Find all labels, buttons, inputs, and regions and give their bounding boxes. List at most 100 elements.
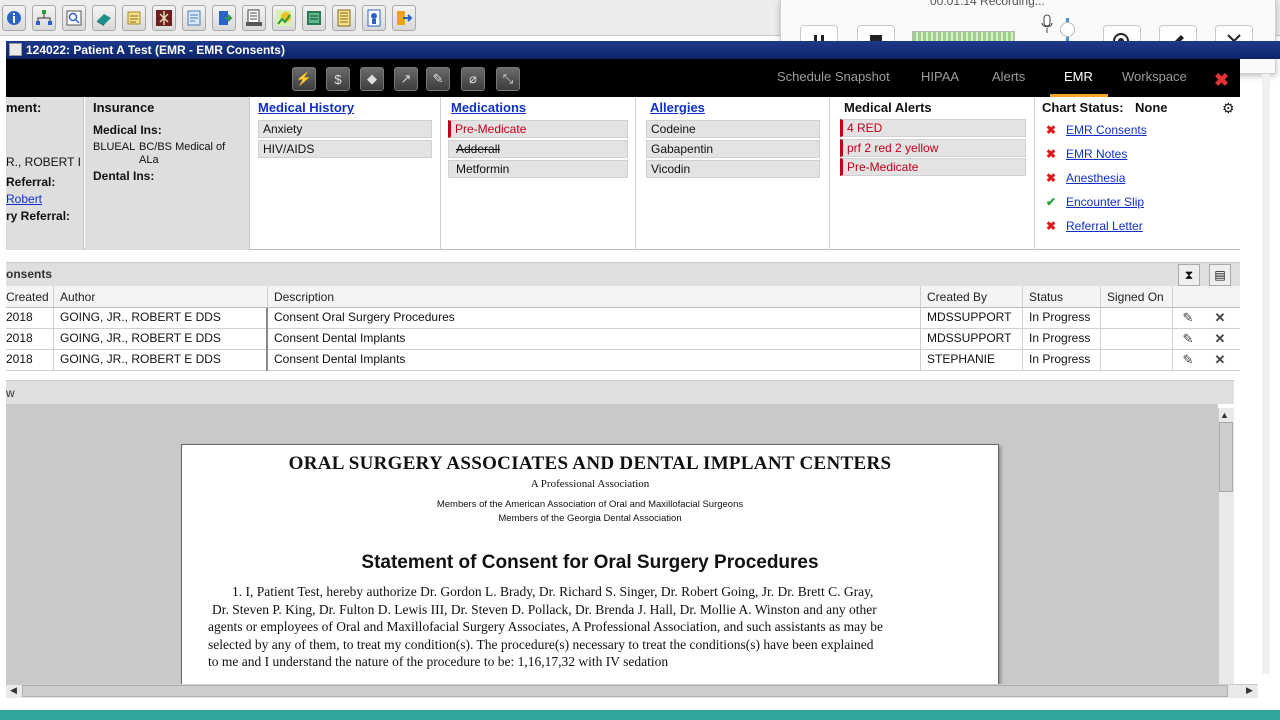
tab-emr[interactable]: EMR bbox=[1064, 69, 1093, 84]
column-header[interactable]: Signed On bbox=[1101, 286, 1173, 308]
tab-alerts[interactable]: Alerts bbox=[992, 69, 1025, 84]
scroll-left-arrow-icon[interactable]: ◀ bbox=[10, 685, 17, 696]
binder-icon[interactable] bbox=[332, 5, 356, 31]
edit-pencil-icon[interactable]: ✎ bbox=[1180, 310, 1196, 326]
referral-link[interactable]: Robert bbox=[6, 192, 42, 206]
history-item: HIV/AIDS bbox=[258, 140, 432, 158]
treating-doctor: R., ROBERT I bbox=[6, 155, 81, 169]
search-icon[interactable] bbox=[62, 5, 86, 31]
doc-subtitle: A Professional Association bbox=[530, 478, 650, 490]
vertical-scroll-thumb[interactable] bbox=[1219, 422, 1233, 492]
alert-item: 4 RED bbox=[840, 119, 1026, 137]
tab-workspace[interactable]: Workspace bbox=[1122, 69, 1187, 84]
x-mark-icon: ✖ bbox=[1046, 123, 1057, 137]
chart-status-label: Chart Status: bbox=[1042, 100, 1124, 115]
chart-status-item[interactable]: ✔ Encounter Slip bbox=[1046, 195, 1144, 209]
edit-pencil-icon[interactable]: ✎ bbox=[1180, 331, 1196, 347]
recording-status: 00:01:14 Recording... bbox=[930, 0, 1045, 8]
scroll-up-arrow-icon[interactable]: ▲ bbox=[1220, 410, 1229, 420]
tab-schedule-snapshot[interactable]: Schedule Snapshot bbox=[777, 69, 890, 84]
medication-item: Adderall bbox=[448, 140, 628, 158]
column-header[interactable]: Description bbox=[268, 286, 921, 308]
medication-item: Pre-Medicate bbox=[448, 120, 628, 138]
print-icon[interactable]: ▤ bbox=[1209, 264, 1231, 286]
doc-paragraph-line: 1. I, Patient Test, hereby authorize Dr.… bbox=[232, 584, 874, 599]
close-icon[interactable]: ✖ bbox=[1214, 70, 1229, 91]
column-header[interactable]: Created By bbox=[921, 286, 1023, 308]
scroll-icon[interactable] bbox=[122, 5, 146, 31]
doc-paragraph-line: agents or employees of Oral and Maxillof… bbox=[208, 619, 883, 634]
chart-icon[interactable] bbox=[272, 5, 296, 31]
form-icon[interactable] bbox=[182, 5, 206, 31]
delete-x-icon[interactable]: ✕ bbox=[1212, 331, 1228, 347]
window-title: 124022: Patient A Test (EMR - EMR Consen… bbox=[26, 43, 285, 57]
insurance-heading: Insurance bbox=[93, 100, 155, 115]
consent-document-page: ORAL SURGERY ASSOCIATES AND DENTAL IMPLA… bbox=[181, 444, 999, 684]
book-icon[interactable] bbox=[92, 5, 116, 31]
caduceus-icon[interactable] bbox=[152, 5, 176, 31]
medical-ins-name: BC/BS Medical of bbox=[139, 141, 226, 153]
scanner-icon[interactable] bbox=[242, 5, 266, 31]
chart-status-item[interactable]: ✖ Referral Letter bbox=[1046, 219, 1143, 233]
medical-ins-code: BLUEAL bbox=[93, 141, 136, 153]
document-preview[interactable]: ORAL SURGERY ASSOCIATES AND DENTAL IMPLA… bbox=[6, 404, 1218, 684]
treatment-heading: ment: bbox=[6, 100, 42, 115]
logout-icon[interactable] bbox=[392, 5, 416, 31]
org-chart-icon[interactable] bbox=[32, 5, 56, 31]
ledger-icon[interactable] bbox=[302, 5, 326, 31]
horizontal-scroll-thumb[interactable] bbox=[22, 685, 1228, 697]
medications-link[interactable]: Medications bbox=[451, 100, 526, 115]
delete-x-icon[interactable]: ✕ bbox=[1212, 310, 1228, 326]
doc-title: Statement of Consent for Oral Surgery Pr… bbox=[361, 552, 819, 573]
table-row[interactable]: 2018 GOING, JR., ROBERT E DDS Consent De… bbox=[6, 329, 1240, 350]
x-mark-icon: ✖ bbox=[1046, 171, 1057, 185]
edit-icon[interactable]: ✎ bbox=[426, 67, 450, 91]
scroll-right-arrow-icon[interactable]: ▶ bbox=[1246, 685, 1253, 696]
x-mark-icon: ✖ bbox=[1046, 147, 1057, 161]
column-header[interactable]: Created bbox=[6, 286, 54, 308]
chart-status-item[interactable]: ✖ EMR Notes bbox=[1046, 147, 1127, 161]
doc-org-name: ORAL SURGERY ASSOCIATES AND DENTAL IMPLA… bbox=[288, 453, 892, 474]
column-header[interactable]: Status bbox=[1023, 286, 1101, 308]
check-mark-icon: ✔ bbox=[1046, 195, 1057, 209]
window-app-icon bbox=[9, 43, 22, 56]
table-row[interactable]: 2018 GOING, JR., ROBERT E DDS Consent De… bbox=[6, 350, 1240, 371]
lightning-icon[interactable]: ⚡ bbox=[292, 67, 316, 91]
medication-item: Metformin bbox=[448, 160, 628, 178]
hourglass-icon[interactable]: ⧗ bbox=[1178, 264, 1200, 286]
window-title-bar: 124022: Patient A Test (EMR - EMR Consen… bbox=[6, 41, 1280, 59]
doc-paragraph-line: Dr. Steven P. King, Dr. Fulton D. Lewis … bbox=[212, 602, 877, 617]
doc-paragraph-line: selected by any of them, to treat my con… bbox=[208, 637, 874, 652]
dollar-icon[interactable]: $ bbox=[326, 67, 350, 91]
chart-status-item[interactable]: ✖ Anesthesia bbox=[1046, 171, 1125, 185]
microphone-icon[interactable] bbox=[1040, 14, 1054, 36]
edit-pencil-icon[interactable]: ✎ bbox=[1180, 352, 1196, 368]
exit-door-icon[interactable] bbox=[212, 5, 236, 31]
emr-nav-bar: ⚡ $ ◆ ↗ ✎ ⌀ ⤡ Schedule Snapshot HIPAA Al… bbox=[6, 59, 1240, 97]
shield-icon[interactable]: ◆ bbox=[360, 67, 384, 91]
medical-ins-label: Medical Ins: bbox=[93, 123, 162, 137]
window-right-edge bbox=[1262, 74, 1270, 674]
taskbar-strip bbox=[0, 710, 1280, 720]
column-header[interactable]: Author bbox=[54, 286, 268, 308]
collapse-icon[interactable]: ⤡ bbox=[496, 67, 520, 91]
alert-item: prf 2 red 2 yellow bbox=[840, 139, 1026, 157]
tooth-doc-icon[interactable] bbox=[362, 5, 386, 31]
info-icon[interactable] bbox=[2, 5, 26, 31]
table-row[interactable]: 2018 GOING, JR., ROBERT E DDS Consent Or… bbox=[6, 308, 1240, 329]
delete-x-icon[interactable]: ✕ bbox=[1212, 352, 1228, 368]
chart-status-value: None bbox=[1135, 100, 1168, 115]
referral-label: Referral: bbox=[6, 175, 56, 189]
settings-gear-icon[interactable]: ⚙ bbox=[1222, 100, 1235, 117]
attach-icon[interactable]: ⌀ bbox=[461, 67, 485, 91]
allergies-link[interactable]: Allergies bbox=[650, 100, 705, 115]
chart-status-item[interactable]: ✖ EMR Consents bbox=[1046, 123, 1147, 137]
x-mark-icon: ✖ bbox=[1046, 219, 1057, 233]
tab-hipaa[interactable]: HIPAA bbox=[921, 69, 959, 84]
doc-paragraph-line: to me and I understand the nature of the… bbox=[208, 654, 669, 669]
share-icon[interactable]: ↗ bbox=[394, 67, 418, 91]
consents-header: onsents ⧗ ▤ bbox=[6, 262, 1240, 286]
volume-slider-knob[interactable] bbox=[1060, 22, 1075, 37]
allergy-item: Codeine bbox=[646, 120, 820, 138]
medical-history-link[interactable]: Medical History bbox=[258, 100, 354, 115]
